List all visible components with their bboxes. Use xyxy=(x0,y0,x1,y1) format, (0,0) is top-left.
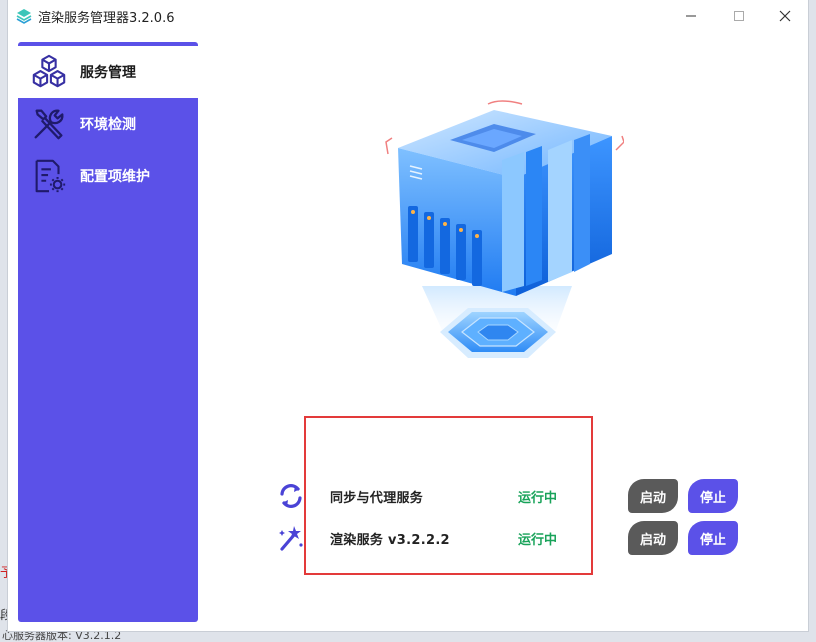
close-button[interactable] xyxy=(762,0,808,32)
sync-icon xyxy=(280,484,302,508)
service-row-sync-proxy: 同步与代理服务 运行中 启动 停止 xyxy=(0,476,816,516)
window-title: 渲染服务管理器3.2.0.6 xyxy=(38,10,175,26)
start-service-button[interactable]: 启动 xyxy=(628,521,678,555)
service-status-badge: 运行中 xyxy=(518,532,558,548)
service-name: 同步与代理服务 xyxy=(330,490,424,506)
service-row-render: 渲染服务 v3.2.2.2 运行中 启动 停止 xyxy=(0,518,816,558)
sidebar-item-label: 配置项维护 xyxy=(80,169,150,185)
config-doc-icon xyxy=(35,159,66,193)
sidebar-item-environment-check[interactable]: 环境检测 xyxy=(18,98,198,150)
sidebar-item-label: 环境检测 xyxy=(80,117,136,133)
app-logo-icon xyxy=(16,9,32,24)
server-illustration xyxy=(385,100,624,358)
magic-wand-icon xyxy=(279,526,303,551)
minimize-button[interactable] xyxy=(668,0,714,32)
sidebar-item-service-management[interactable]: 服务管理 xyxy=(18,46,198,98)
tools-icon xyxy=(34,109,64,140)
start-service-button[interactable]: 启动 xyxy=(628,479,678,513)
service-status-badge: 运行中 xyxy=(518,490,558,506)
minimize-icon xyxy=(686,15,696,17)
title-bar[interactable]: 渲染服务管理器3.2.0.6 xyxy=(8,0,808,32)
maximize-icon xyxy=(734,11,744,21)
maximize-button[interactable] xyxy=(716,0,762,32)
cubes-icon xyxy=(32,54,66,88)
sidebar-item-label: 服务管理 xyxy=(80,65,136,81)
background-version-text: 心服务器版本: V3.2.1.2 xyxy=(2,629,122,642)
stop-service-button[interactable]: 停止 xyxy=(688,521,738,555)
stop-service-button[interactable]: 停止 xyxy=(688,479,738,513)
service-name: 渲染服务 v3.2.2.2 xyxy=(330,532,450,548)
app-window: 渲染服务管理器3.2.0.6 服务管理 环境检测 配置项维护 同步与代理服务 运… xyxy=(8,0,808,631)
close-icon xyxy=(779,10,791,22)
sidebar-item-config-maintenance[interactable]: 配置项维护 xyxy=(18,150,198,202)
